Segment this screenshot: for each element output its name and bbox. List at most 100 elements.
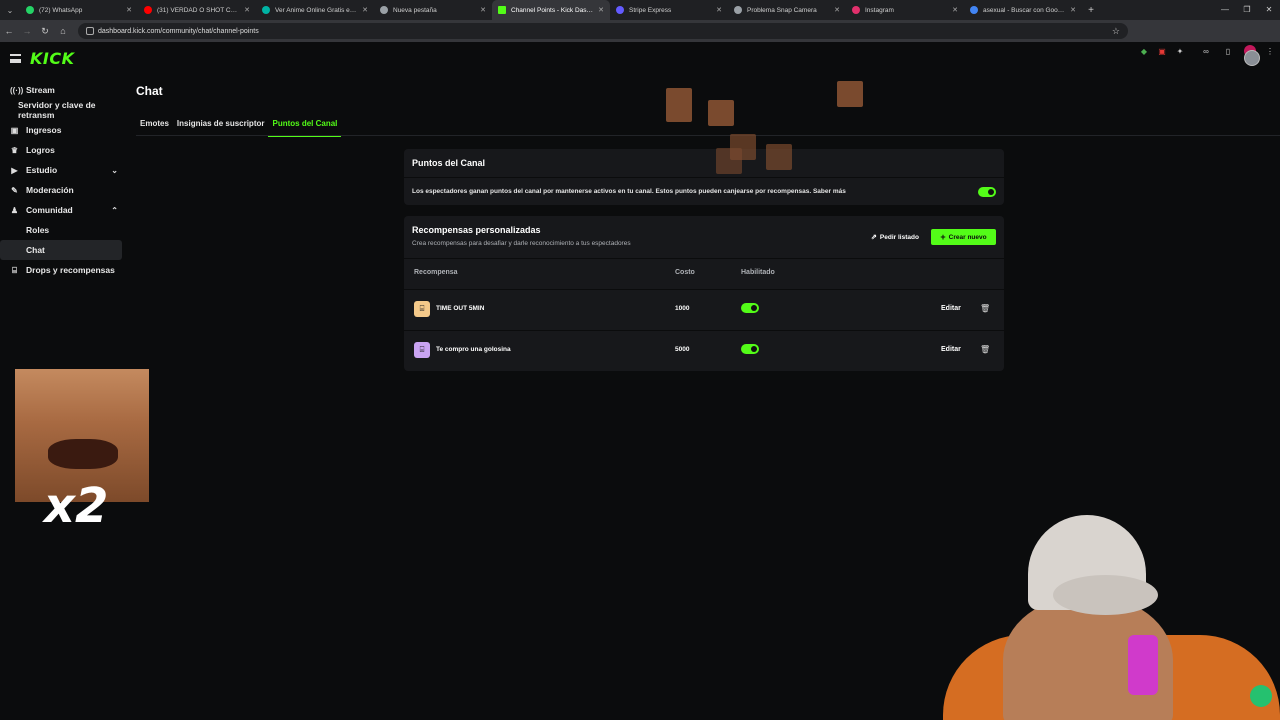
emote-sticker xyxy=(716,148,742,174)
reload-icon[interactable]: ↻ xyxy=(36,26,54,37)
custom-rewards-subtitle: Crea recompensas para desafiar y darle r… xyxy=(412,240,631,247)
browser-tab[interactable]: asexual - Buscar con Google ✕ xyxy=(964,0,1082,20)
sidebar-item-estudio[interactable]: ▶ Estudio ⌄ xyxy=(0,160,128,180)
close-tab-icon[interactable]: ✕ xyxy=(244,6,250,14)
sidebar-item-roles[interactable]: Roles xyxy=(0,220,128,240)
tab-title: (31) VERDAD O SHOT CON PAU xyxy=(157,6,241,14)
column-header-enabled: Habilitado xyxy=(741,269,775,276)
site-info-icon[interactable] xyxy=(86,27,94,35)
sidebar-item-comunidad[interactable]: ♟ Comunidad ⌃ xyxy=(0,200,128,220)
browser-tab-active[interactable]: Channel Points - Kick Dashboard ✕ xyxy=(492,0,610,20)
close-tab-icon[interactable]: ✕ xyxy=(834,6,840,14)
emote-sticker xyxy=(837,81,863,107)
channel-points-title: Puntos del Canal xyxy=(412,158,486,168)
column-header-reward: Recompensa xyxy=(414,269,458,276)
sidebar-item-label: Servidor y clave de retransm xyxy=(18,100,96,120)
close-tab-icon[interactable]: ✕ xyxy=(1070,6,1076,14)
edit-button[interactable]: Editar xyxy=(941,305,961,312)
wrench-icon: ✎ xyxy=(11,185,18,195)
user-avatar[interactable] xyxy=(1244,50,1260,66)
wallet-icon: ▣ xyxy=(10,125,19,135)
app-header: KICK xyxy=(0,42,1280,76)
request-list-label: Pedir listado xyxy=(879,233,919,241)
home-icon[interactable]: ⌂ xyxy=(54,26,72,36)
trash-icon[interactable]: 🗑 xyxy=(980,345,990,354)
sidebar-item-stream[interactable]: ((·)) Stream xyxy=(0,80,128,100)
restore-icon[interactable]: ❐ xyxy=(1236,0,1258,20)
tab-title: Instagram xyxy=(865,6,894,14)
plus-icon: + xyxy=(940,232,946,242)
close-tab-icon[interactable]: ✕ xyxy=(598,6,604,14)
webcam-cap-brim xyxy=(1053,575,1158,615)
column-header-cost: Costo xyxy=(675,269,695,276)
back-icon[interactable]: ← xyxy=(0,26,18,36)
tab-emotes[interactable]: Emotes xyxy=(136,116,173,137)
window-controls: — ❐ ✕ xyxy=(1214,0,1280,20)
browser-tab[interactable]: (72) WhatsApp ✕ xyxy=(20,0,138,20)
sidebar-item-moderacion[interactable]: ✎ Moderación xyxy=(0,180,128,200)
chevron-up-icon[interactable]: ⌃ xyxy=(111,206,118,215)
request-list-button[interactable]: ⇗ Pedir listado xyxy=(864,229,926,245)
reward-enabled-toggle[interactable] xyxy=(741,344,759,354)
sidebar-item-logros[interactable]: ♛ Logros xyxy=(0,140,128,160)
forward-icon[interactable]: → xyxy=(18,26,36,36)
close-tab-icon[interactable]: ✕ xyxy=(480,6,486,14)
sidebar-item-chat[interactable]: Chat xyxy=(0,240,122,260)
url-bar[interactable]: dashboard.kick.com/community/chat/channe… xyxy=(78,23,1128,39)
browser-tab[interactable]: (31) VERDAD O SHOT CON PAU✕ xyxy=(138,0,256,20)
youtube-icon xyxy=(144,6,152,14)
close-tab-icon[interactable]: ✕ xyxy=(716,6,722,14)
sidebar-item-server-key[interactable]: Servidor y clave de retransm xyxy=(0,100,128,120)
browser-tab[interactable]: Problema Snap Camera ✕ xyxy=(728,0,846,20)
kick-logo[interactable]: KICK xyxy=(30,49,75,68)
sidebar-item-ingresos[interactable]: ▣ Ingresos xyxy=(0,120,128,140)
new-tab-button[interactable]: + xyxy=(1082,5,1100,16)
minimize-icon[interactable]: — xyxy=(1214,0,1236,20)
multiplier-label: x2 xyxy=(44,478,109,534)
table-row: ⌸ TIME OUT 5MIN 1000 Editar 🗑 xyxy=(404,289,1004,329)
emote-mouth xyxy=(48,439,118,469)
divider xyxy=(404,177,1004,178)
sidebar-item-label: Drops y recompensas xyxy=(26,265,115,275)
divider xyxy=(404,258,1004,259)
tab-title: Channel Points - Kick Dashboard xyxy=(511,6,594,14)
tab-search-icon[interactable]: ⌄ xyxy=(0,0,20,20)
sidebar-item-label: Ingresos xyxy=(26,125,62,135)
tab-title: Stripe Express xyxy=(629,6,672,14)
bookmark-star-icon[interactable]: ☆ xyxy=(1112,26,1120,37)
reward-enabled-toggle[interactable] xyxy=(741,303,759,313)
edit-button[interactable]: Editar xyxy=(941,346,961,353)
url-text: dashboard.kick.com/community/chat/channe… xyxy=(98,27,259,35)
close-tab-icon[interactable]: ✕ xyxy=(126,6,132,14)
browser-tab[interactable]: Stripe Express ✕ xyxy=(610,0,728,20)
create-new-button[interactable]: + Crear nuevo xyxy=(931,229,996,245)
broadcast-icon: ((·)) xyxy=(10,85,24,95)
browser-tab[interactable]: Ver Anime Online Gratis en HD ✕ xyxy=(256,0,374,20)
channel-points-toggle[interactable] xyxy=(978,187,996,197)
tab-subscriber-badges[interactable]: Insignias de suscriptor xyxy=(173,116,269,137)
custom-rewards-title: Recompensas personalizadas xyxy=(412,225,541,235)
sidebar-item-label: Estudio xyxy=(26,165,58,175)
emote-sticker xyxy=(766,144,792,170)
table-row: ⌸ Te compro una golosina 5000 Editar 🗑 xyxy=(404,330,1004,370)
sidebar-item-label: Roles xyxy=(26,225,50,235)
sidebar-item-drops[interactable]: ⌸ Drops y recompensas xyxy=(0,260,128,280)
tab-title: (72) WhatsApp xyxy=(39,6,83,14)
close-tab-icon[interactable]: ✕ xyxy=(952,6,958,14)
tab-title: Problema Snap Camera xyxy=(747,6,817,14)
chevron-down-icon[interactable]: ⌄ xyxy=(111,166,118,175)
tab-channel-points[interactable]: Puntos del Canal xyxy=(268,116,342,137)
snap-icon xyxy=(734,6,742,14)
trash-icon[interactable]: 🗑 xyxy=(980,304,990,313)
instagram-icon xyxy=(852,6,860,14)
tabs-divider xyxy=(136,135,1280,136)
browser-tab[interactable]: Nueva pestaña ✕ xyxy=(374,0,492,20)
reward-cost: 5000 xyxy=(675,346,690,353)
browser-tab[interactable]: Instagram ✕ xyxy=(846,0,964,20)
sidebar-item-label: Comunidad xyxy=(26,205,73,215)
close-tab-icon[interactable]: ✕ xyxy=(362,6,368,14)
hamburger-menu-icon[interactable] xyxy=(10,54,21,63)
close-window-icon[interactable]: ✕ xyxy=(1258,0,1280,20)
chrome-icon xyxy=(380,6,388,14)
video-icon: ▶ xyxy=(11,165,18,175)
